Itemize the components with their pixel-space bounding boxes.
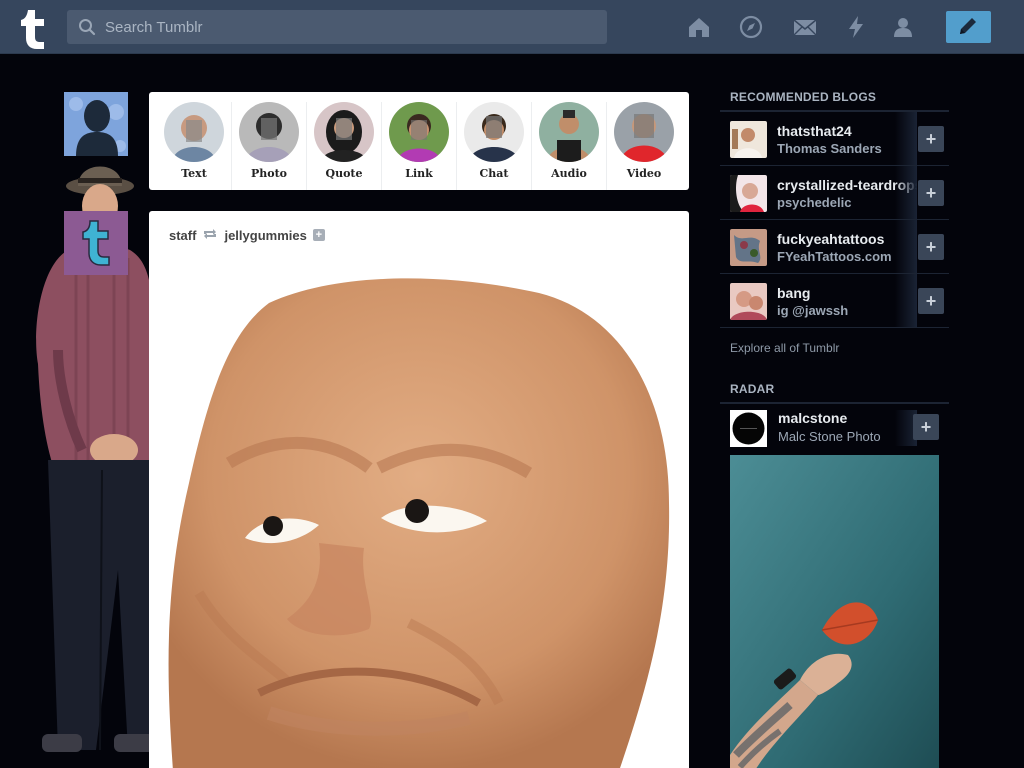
compose-post-button[interactable] [946,11,991,43]
photo-post-icon [239,102,299,162]
inbox-mail-icon[interactable] [792,14,818,40]
blog-avatar [730,229,767,266]
radar-title: RADAR [720,378,949,404]
post-type-photo[interactable]: Photo [232,102,307,190]
user-avatar[interactable] [64,92,128,156]
recommended-blog-item[interactable]: bang ig @jawssh + [720,274,949,328]
radar-blog-item[interactable]: malcstone Malc Stone Photo + [720,404,949,447]
recommended-blog-item[interactable]: thatsthat24 Thomas Sanders + [720,112,949,166]
explore-all-link[interactable]: Explore all of Tumblr [720,328,949,372]
post-type-quote[interactable]: Quote [307,102,382,190]
account-person-icon[interactable] [890,14,916,40]
link-post-icon [389,102,449,162]
follow-blog-button[interactable]: + [918,288,944,314]
row-fade [895,220,917,273]
activity-lightning-icon[interactable] [843,14,869,40]
post-type-link[interactable]: Link [382,102,457,190]
reblogged-from[interactable]: jellygummies [224,228,306,243]
audio-post-icon [539,102,599,162]
follow-plus-icon[interactable]: + [312,229,325,241]
post-author[interactable]: staff [169,228,196,243]
row-fade [895,274,917,327]
explore-compass-icon[interactable] [738,14,764,40]
dashboard-post: staff jellygummies + [149,211,689,768]
chat-post-label: Chat [479,167,509,180]
search-icon [78,18,96,36]
post-photo[interactable] [149,263,689,768]
radar-blog-avatar [730,410,767,447]
post-type-bar: Text Photo Quote Link Chat Audio Video [149,92,689,190]
top-navigation-bar [0,0,1024,54]
recommended-blog-item[interactable]: crystallized-teardrops psychedelic + [720,166,949,220]
search-box[interactable] [67,10,607,44]
follow-radar-button[interactable]: + [913,414,939,440]
quote-post-icon [314,102,374,162]
video-post-icon [614,102,674,162]
recommended-blogs-title: RECOMMENDED BLOGS [720,86,949,112]
post-type-text[interactable]: Text [157,102,232,190]
post-type-chat[interactable]: Chat [457,102,532,190]
follow-blog-button[interactable]: + [918,126,944,152]
chat-post-icon [464,102,524,162]
audio-post-label: Audio [551,167,587,180]
row-fade [895,166,917,219]
tumblr-logo-icon[interactable] [14,7,52,49]
photo-post-label: Photo [250,167,288,180]
radar-post-photo[interactable] [730,455,939,768]
video-post-label: Video [626,167,662,180]
right-sidebar: RECOMMENDED BLOGS thatsthat24 Thomas San… [720,86,949,447]
follow-blog-button[interactable]: + [918,180,944,206]
search-input[interactable] [105,10,595,44]
recommended-blog-item[interactable]: fuckyeahtattoos FYeahTattoos.com + [720,220,949,274]
blog-avatar [730,283,767,320]
radar-blog-name: malcstone [778,410,848,426]
follow-blog-button[interactable]: + [918,234,944,260]
post-type-video[interactable]: Video [607,102,681,190]
text-post-icon [164,102,224,162]
home-icon[interactable] [686,14,712,40]
row-fade [895,112,917,165]
blog-avatar [730,121,767,158]
radar-blog-subtitle: Malc Stone Photo [778,429,881,444]
blog-avatar [730,175,767,212]
post-type-audio[interactable]: Audio [532,102,607,190]
tumblr-blog-avatar[interactable] [64,211,128,275]
reblog-icon [202,228,218,243]
link-post-label: Link [405,167,433,180]
post-header: staff jellygummies + [169,226,325,244]
quote-post-label: Quote [325,167,363,180]
text-post-label: Text [181,167,207,180]
